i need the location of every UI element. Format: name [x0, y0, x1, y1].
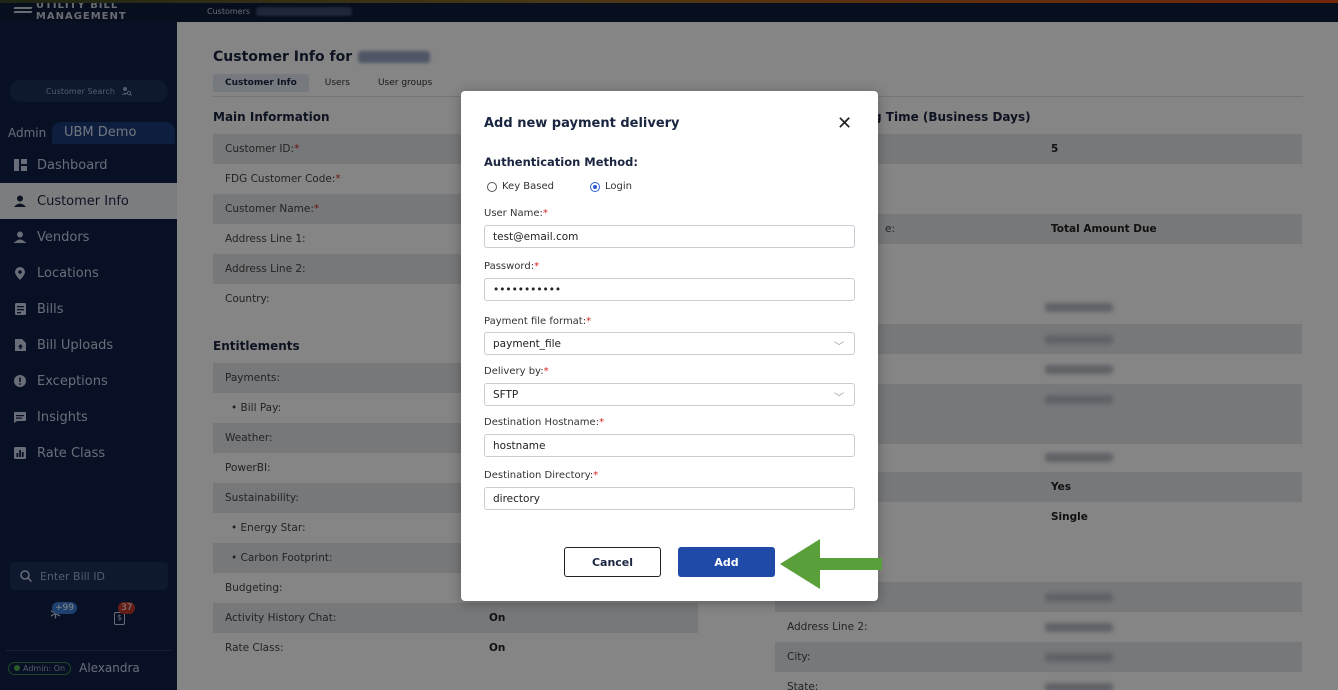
add-button[interactable]: Add	[678, 547, 775, 577]
select-value: SFTP	[493, 388, 519, 401]
directory-label: Destination Directory:*	[484, 470, 598, 481]
cancel-button[interactable]: Cancel	[564, 547, 661, 577]
hostname-input[interactable]: hostname	[484, 434, 855, 457]
required-mark: *	[586, 316, 592, 327]
password-input[interactable]: •••••••••••	[484, 278, 855, 301]
chevron-down-icon: ﹀	[834, 393, 844, 404]
username-input[interactable]: test@email.com	[484, 225, 855, 248]
modal-title: Add new payment delivery	[484, 116, 680, 131]
input-value: directory	[493, 492, 540, 505]
radio-label: Login	[605, 181, 632, 192]
input-value: •••••••••••	[493, 283, 562, 296]
select-value: payment_file	[493, 337, 562, 350]
label-text: Payment file format:	[484, 316, 587, 327]
auth-method-radios: Key Based Login	[487, 181, 632, 192]
directory-input[interactable]: directory	[484, 487, 855, 510]
required-mark: *	[593, 470, 599, 481]
radio-key-based[interactable]: Key Based	[487, 181, 554, 192]
label-text: Password:	[484, 261, 535, 272]
auth-method-title: Authentication Method:	[484, 155, 638, 169]
delivery-by-select[interactable]: SFTP ﹀	[484, 383, 855, 406]
radio-checked-icon	[590, 181, 601, 192]
input-value: hostname	[493, 439, 546, 452]
add-payment-delivery-modal: Add new payment delivery ✕ Authenticatio…	[461, 91, 878, 601]
pointer-arrow-icon	[780, 539, 882, 589]
username-label: User Name:*	[484, 208, 548, 219]
radio-unchecked-icon	[487, 181, 497, 192]
required-mark: *	[599, 417, 605, 428]
radio-label: Key Based	[502, 181, 555, 192]
label-text: Delivery by:	[484, 366, 544, 377]
label-text: User Name:	[484, 208, 543, 219]
hostname-label: Destination Hostname:*	[484, 417, 604, 428]
required-mark: *	[542, 208, 548, 219]
close-icon[interactable]: ✕	[837, 113, 852, 134]
required-mark: *	[543, 366, 549, 377]
label-text: Destination Hostname:	[484, 417, 600, 428]
label-text: Destination Directory:	[484, 470, 594, 481]
file-format-select[interactable]: payment_file ﹀	[484, 332, 855, 355]
chevron-down-icon: ﹀	[834, 342, 844, 353]
delivery-by-label: Delivery by:*	[484, 366, 549, 377]
required-mark: *	[534, 261, 540, 272]
file-format-label: Payment file format:*	[484, 316, 591, 327]
password-label: Password:*	[484, 261, 539, 272]
radio-login[interactable]: Login	[590, 181, 632, 192]
input-value: test@email.com	[493, 230, 579, 243]
